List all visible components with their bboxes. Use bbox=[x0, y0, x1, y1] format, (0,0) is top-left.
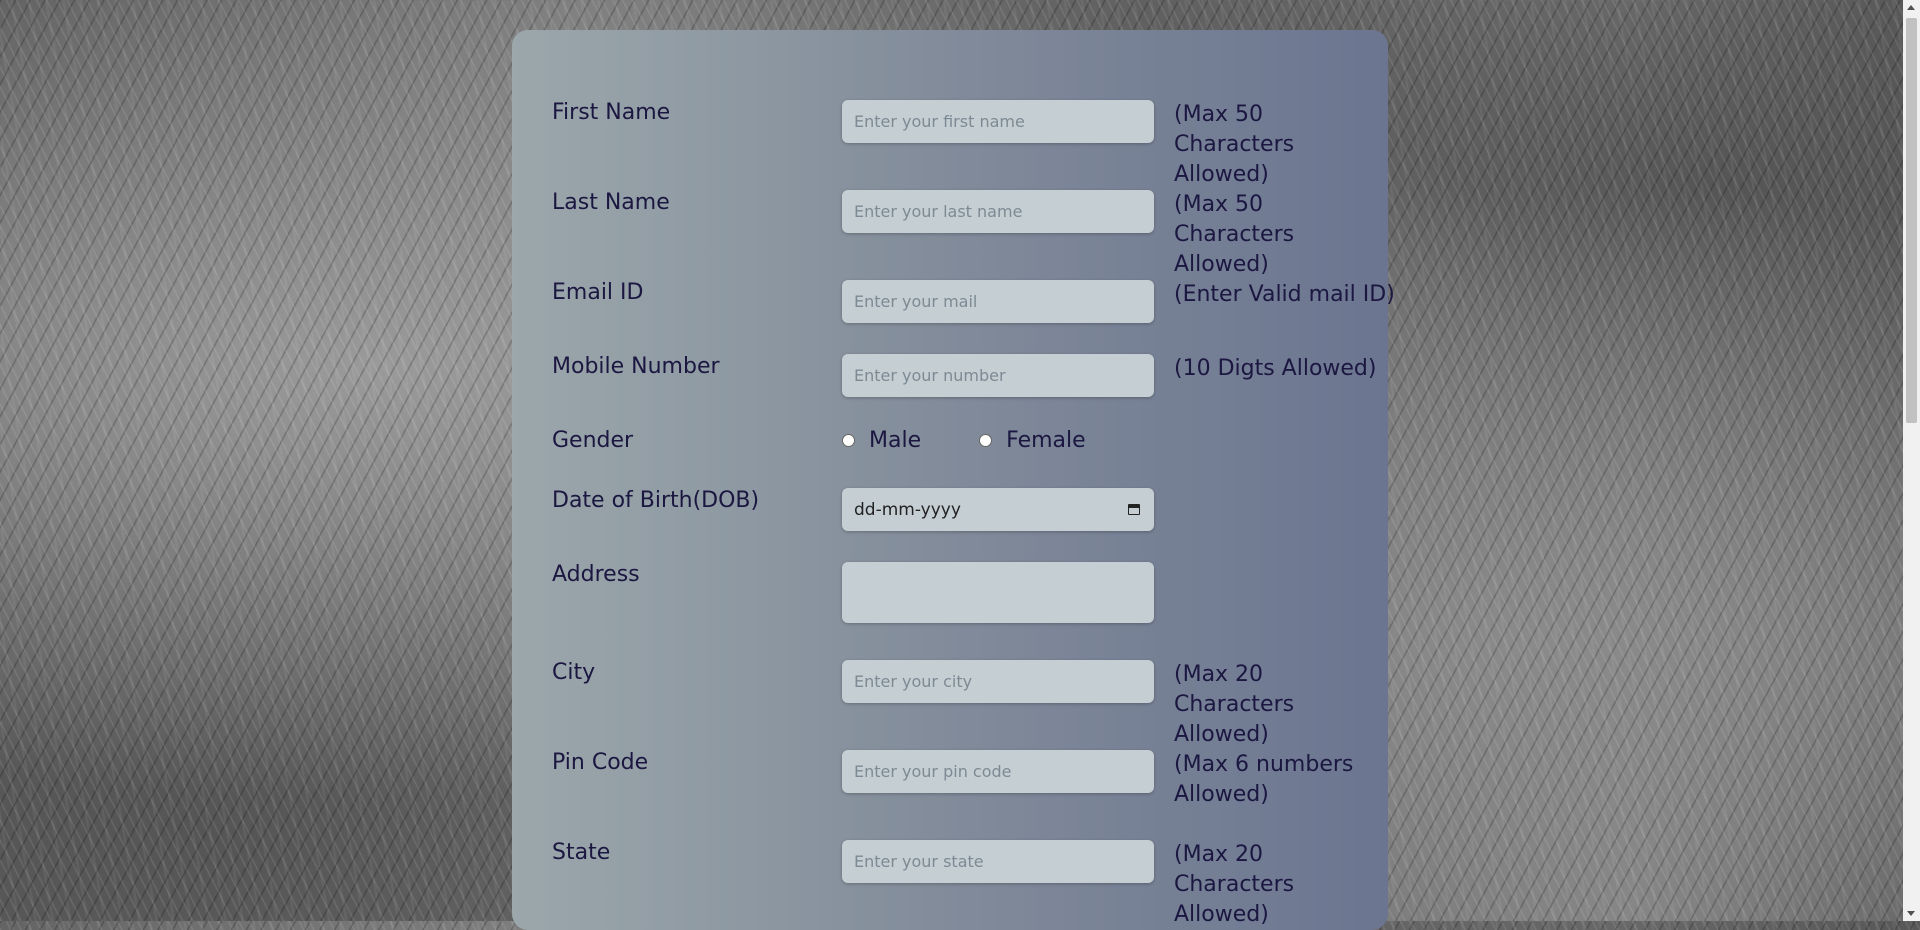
gender-label: Gender bbox=[552, 428, 634, 453]
email-note: (Enter Valid mail ID) bbox=[1174, 282, 1395, 307]
male-label: Male bbox=[869, 428, 922, 453]
gender-option-male[interactable]: Male bbox=[842, 428, 921, 453]
last-name-note: (Max 50 Characters Allowed) bbox=[1174, 192, 1295, 277]
dob-label: Date of Birth(DOB) bbox=[552, 488, 760, 513]
gender-radio-group: Male Female bbox=[842, 428, 1144, 453]
pin-code-input[interactable] bbox=[842, 750, 1154, 793]
registration-form: First Name (Max 50 Characters Allowed) L… bbox=[512, 30, 1395, 930]
male-radio[interactable] bbox=[842, 434, 855, 447]
female-label: Female bbox=[1006, 428, 1086, 453]
state-input[interactable] bbox=[842, 840, 1154, 883]
scroll-up-icon[interactable] bbox=[1907, 5, 1915, 10]
gender-option-female[interactable]: Female bbox=[979, 428, 1086, 453]
pin-code-note: (Max 6 numbers Allowed) bbox=[1174, 752, 1354, 807]
first-name-label: First Name bbox=[552, 100, 671, 125]
state-note: (Max 20 Characters Allowed) bbox=[1174, 842, 1295, 927]
last-name-label: Last Name bbox=[552, 190, 670, 215]
pin-code-label: Pin Code bbox=[552, 750, 649, 775]
page-scrollbar[interactable] bbox=[1903, 0, 1920, 921]
address-label: Address bbox=[552, 562, 640, 587]
city-label: City bbox=[552, 660, 596, 685]
city-input[interactable] bbox=[842, 660, 1154, 703]
last-name-input[interactable] bbox=[842, 190, 1154, 233]
state-label: State bbox=[552, 840, 611, 865]
first-name-note: (Max 50 Characters Allowed) bbox=[1174, 102, 1295, 187]
scroll-down-icon[interactable] bbox=[1907, 911, 1915, 916]
mobile-label: Mobile Number bbox=[552, 354, 720, 379]
female-radio[interactable] bbox=[979, 434, 993, 447]
first-name-input[interactable] bbox=[842, 100, 1154, 143]
dob-value: dd-mm-yyyy bbox=[854, 499, 961, 520]
scrollbar-thumb[interactable] bbox=[1906, 18, 1917, 423]
email-input[interactable] bbox=[842, 280, 1154, 323]
city-note: (Max 20 Characters Allowed) bbox=[1174, 662, 1295, 747]
email-label: Email ID bbox=[552, 280, 644, 305]
dob-input[interactable]: dd-mm-yyyy bbox=[842, 488, 1154, 531]
calendar-icon[interactable] bbox=[1127, 502, 1142, 517]
mobile-input[interactable] bbox=[842, 354, 1154, 397]
mobile-note: (10 Digts Allowed) bbox=[1174, 356, 1377, 381]
address-textarea[interactable] bbox=[842, 562, 1154, 623]
